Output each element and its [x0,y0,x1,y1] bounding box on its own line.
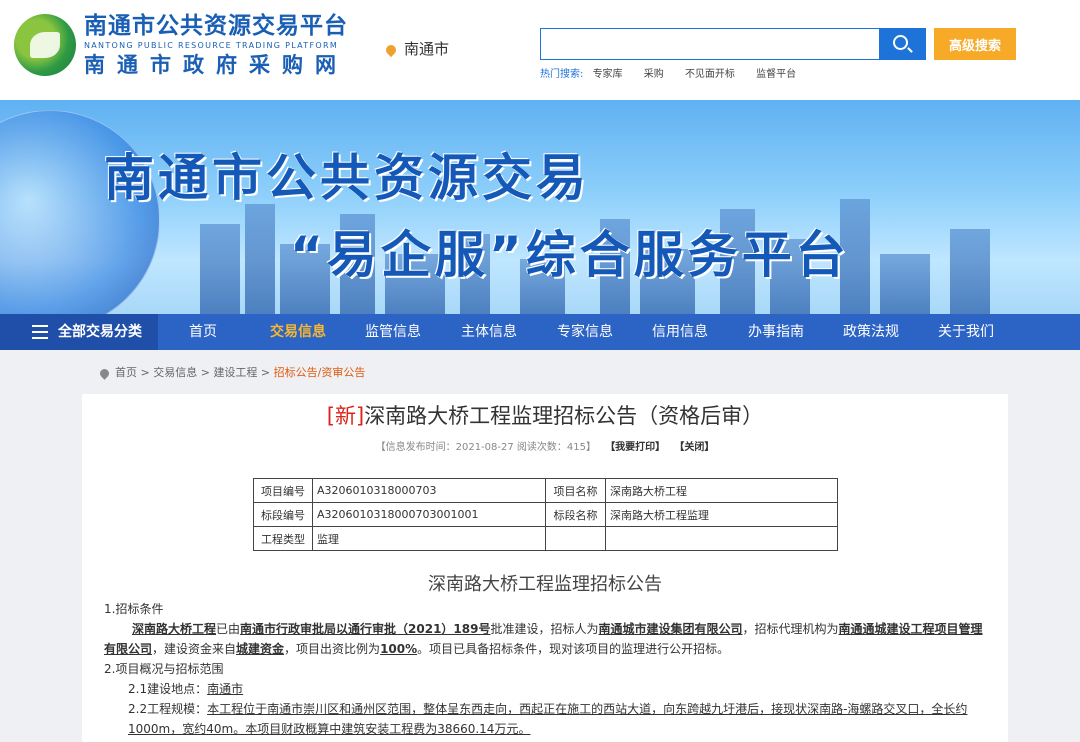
article-title-text: 深南路大桥工程监理招标公告（资格后审） [364,404,764,428]
table-cell [605,526,838,551]
article-panel: [新]深南路大桥工程监理招标公告（资格后审） 【信息发布时间：2021-08-2… [82,394,1008,742]
article-meta: 【信息发布时间：2021-08-27 阅读次数：415】 【我要打印】 【关闭】 [82,438,1008,453]
breadcrumb-link[interactable]: 交易信息 [153,366,197,379]
nav-item-policy[interactable]: 政策法规 [823,314,919,350]
hot-search-item[interactable]: 不见面开标 [685,69,735,80]
hot-search-item[interactable]: 专家库 [593,69,623,80]
table-row: 工程类型 监理 [253,526,838,551]
hot-search-item[interactable]: 采购 [644,69,664,80]
publish-info: 【信息发布时间：2021-08-27 阅读次数：415】 [375,442,596,453]
table-cell: 工程类型 [253,526,313,551]
nav-item-expert[interactable]: 专家信息 [537,314,633,350]
table-cell: A3206010318000703001001 [312,502,546,527]
search-button[interactable] [879,29,925,59]
main-nav: 全部交易分类 首页 交易信息 监管信息 主体信息 专家信息 信用信息 办事指南 … [0,314,1080,350]
location-label: 南通市 [404,40,450,58]
hot-searches: 热门搜索: 专家库 采购 不见面开标 监督平台 [540,65,814,80]
nav-item-credit[interactable]: 信用信息 [632,314,728,350]
site-logo-text[interactable]: 南通市公共资源交易平台 NANTONG PUBLIC RESOURCE TRAD… [84,12,354,78]
site-header: 南通市公共资源交易平台 NANTONG PUBLIC RESOURCE TRAD… [0,0,1080,100]
paragraph: 2.2工程规模：本工程位于南通市崇川区和通州区范围，整体呈东西走向，西起正在施工… [128,702,968,736]
logo-title-2: 南通市政府采购网 [84,53,348,77]
nav-item-trading[interactable]: 交易信息 [250,314,346,350]
table-cell: A3206010318000703 [312,478,546,503]
location-pin-icon [383,42,399,57]
site-logo-icon[interactable] [14,14,76,76]
table-cell: 标段名称 [545,502,606,527]
logo-title: 南通市公共资源交易平台 [84,13,348,39]
paragraph: 2.1建设地点：南通市 [128,682,244,696]
table-row: 标段编号 A3206010318000703001001 标段名称 深南路大桥工… [253,502,838,527]
table-cell [545,526,606,551]
breadcrumb: 首页 > 交易信息 > 建设工程 > 招标公告/资审公告 [98,364,366,380]
banner-subheadline: “易企服”综合服务平台 [290,226,850,284]
breadcrumb-current[interactable]: 招标公告/资审公告 [274,366,366,379]
document-body: 1.招标条件 深南路大桥工程已由南通市行政审批局以通行审批（2021）189号批… [104,599,984,739]
table-cell: 标段编号 [253,502,313,527]
nav-item-supervision[interactable]: 监管信息 [345,314,441,350]
table-cell: 监理 [312,526,546,551]
hot-search-item[interactable]: 监督平台 [756,69,796,80]
table-cell: 深南路大桥工程监理 [605,502,838,527]
search-input[interactable] [541,29,879,59]
hot-search-label: 热门搜索: [540,69,584,80]
nav-item-entity[interactable]: 主体信息 [441,314,537,350]
location-pin-icon [98,366,111,380]
article-title: [新]深南路大桥工程监理招标公告（资格后审） [82,400,1008,430]
all-categories-button[interactable]: 全部交易分类 [0,314,158,350]
breadcrumb-link[interactable]: 首页 [115,366,137,379]
all-categories-label: 全部交易分类 [58,324,142,340]
close-link[interactable]: 【关闭】 [674,442,714,453]
banner-headline: 南通市公共资源交易 [104,149,590,207]
location-selector[interactable]: 南通市 [383,38,450,59]
hero-banner: 南通市公共资源交易 “易企服”综合服务平台 [0,100,1080,314]
document-title: 深南路大桥工程监理招标公告 [428,574,662,595]
paragraph: 深南路大桥工程已由南通市行政审批局以通行审批（2021）189号批准建设，招标人… [104,622,983,656]
logo-subtitle-en: NANTONG PUBLIC RESOURCE TRADING PLATFORM [84,41,339,50]
nav-item-home[interactable]: 首页 [155,314,251,350]
section-heading: 2.项目概况与招标范围 [104,662,224,676]
nav-item-about[interactable]: 关于我们 [918,314,1014,350]
table-row: 项目编号 A3206010318000703 项目名称 深南路大桥工程 [253,478,838,503]
table-cell: 深南路大桥工程 [605,478,838,503]
breadcrumb-link[interactable]: 建设工程 [213,366,257,379]
print-link[interactable]: 【我要打印】 [605,442,665,453]
nav-item-guide[interactable]: 办事指南 [728,314,824,350]
table-cell: 项目名称 [545,478,606,503]
search-box [540,28,926,60]
search-icon [893,35,908,50]
advanced-search-button[interactable]: 高级搜索 [934,28,1016,60]
project-info-table: 项目编号 A3206010318000703 项目名称 深南路大桥工程 标段编号… [253,478,838,551]
new-badge: [新] [326,404,365,428]
section-heading: 1.招标条件 [104,602,164,616]
menu-icon [32,325,48,339]
table-cell: 项目编号 [253,478,313,503]
